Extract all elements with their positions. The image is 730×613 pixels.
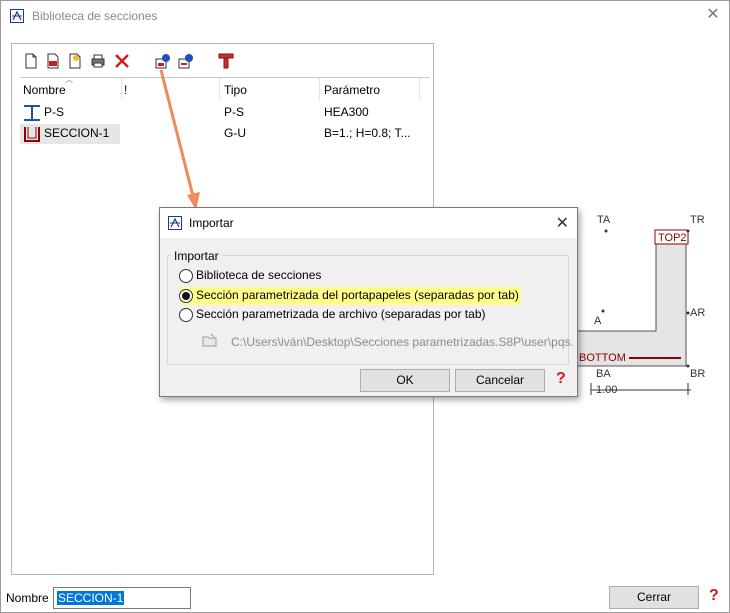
delete-icon[interactable]	[114, 53, 130, 69]
title-bar: Biblioteca de secciones ✕	[1, 1, 729, 32]
import-dialog: Importar ✕ Importar Biblioteca de seccio…	[159, 207, 578, 397]
radio-section-library[interactable]	[179, 269, 193, 283]
dimension-label: 1.00	[596, 384, 618, 396]
close-icon[interactable]: ✕	[705, 7, 721, 23]
u-channel-icon	[24, 127, 40, 142]
new-file-icon[interactable]	[23, 53, 39, 69]
column-header-param[interactable]: Parámetro	[324, 83, 380, 97]
app-icon	[10, 9, 24, 23]
radio-selected-dot	[182, 292, 190, 300]
table-row[interactable]: P-S P-S HEA300	[20, 103, 430, 123]
label-ta: TA	[597, 214, 611, 226]
group-label: Importar	[171, 249, 222, 263]
name-label: Nombre	[6, 591, 49, 605]
label-tr: TR	[690, 214, 705, 226]
column-header-flag[interactable]: !	[124, 83, 127, 97]
column-header-type[interactable]: Tipo	[224, 83, 247, 97]
cell-type: G-U	[224, 126, 246, 140]
tee-section-icon[interactable]	[218, 53, 234, 69]
option-label[interactable]: Biblioteca de secciones	[196, 268, 321, 282]
cell-param: B=1.; H=0.8; T...	[324, 126, 411, 140]
toolbar	[12, 44, 433, 76]
app-icon	[168, 216, 182, 230]
ok-button[interactable]: OK	[360, 369, 450, 392]
export-icon[interactable]	[178, 53, 194, 69]
option-label[interactable]: Sección parametrizada de archivo (separa…	[196, 307, 486, 321]
table-row[interactable]: SECCION-1 G-U B=1.; H=0.8; T...	[20, 124, 430, 144]
fc-file-icon[interactable]	[45, 53, 61, 69]
cell-type: P-S	[224, 105, 245, 119]
label-ba: BA	[596, 368, 611, 380]
column-divider[interactable]	[219, 78, 220, 100]
column-divider[interactable]	[319, 78, 320, 100]
cell-name: P-S	[44, 105, 65, 119]
name-input-value: SECCION-1	[57, 591, 125, 605]
help-icon[interactable]: ?	[709, 587, 719, 605]
print-icon[interactable]	[90, 53, 106, 69]
radio-file[interactable]	[179, 308, 193, 322]
sort-ascending-icon: ︿	[65, 75, 73, 84]
cell-name: SECCION-1	[44, 126, 110, 140]
column-header-name[interactable]: Nombre	[23, 83, 66, 97]
radio-clipboard[interactable]	[179, 289, 193, 303]
close-button[interactable]: Cerrar	[609, 586, 699, 609]
open-file-icon[interactable]	[67, 53, 83, 69]
dialog-title-bar: Importar ✕	[160, 208, 577, 238]
label-bottom: BOTTOM	[579, 352, 626, 364]
open-folder-icon[interactable]	[202, 332, 218, 348]
label-br: BR	[690, 368, 706, 380]
help-icon[interactable]: ?	[556, 370, 566, 388]
cell-param: HEA300	[324, 105, 369, 119]
import-icon[interactable]	[155, 53, 171, 69]
label-ar: AR	[690, 307, 706, 319]
option-label[interactable]: Sección parametrizada del portapapeles (…	[196, 288, 519, 302]
window-title: Biblioteca de secciones	[32, 9, 158, 23]
label-a: A	[594, 315, 602, 327]
column-divider[interactable]	[419, 78, 420, 100]
close-icon[interactable]: ✕	[556, 213, 569, 233]
i-beam-icon	[24, 105, 40, 121]
dialog-title: Importar	[189, 216, 234, 230]
column-divider[interactable]	[121, 78, 122, 100]
file-path-text: C:\Users\iván\Desktop\Secciones parametr…	[231, 335, 574, 349]
cancel-button[interactable]: Cancelar	[455, 369, 545, 392]
label-top2: TOP2	[658, 232, 687, 244]
name-input[interactable]: SECCION-1	[53, 587, 191, 609]
